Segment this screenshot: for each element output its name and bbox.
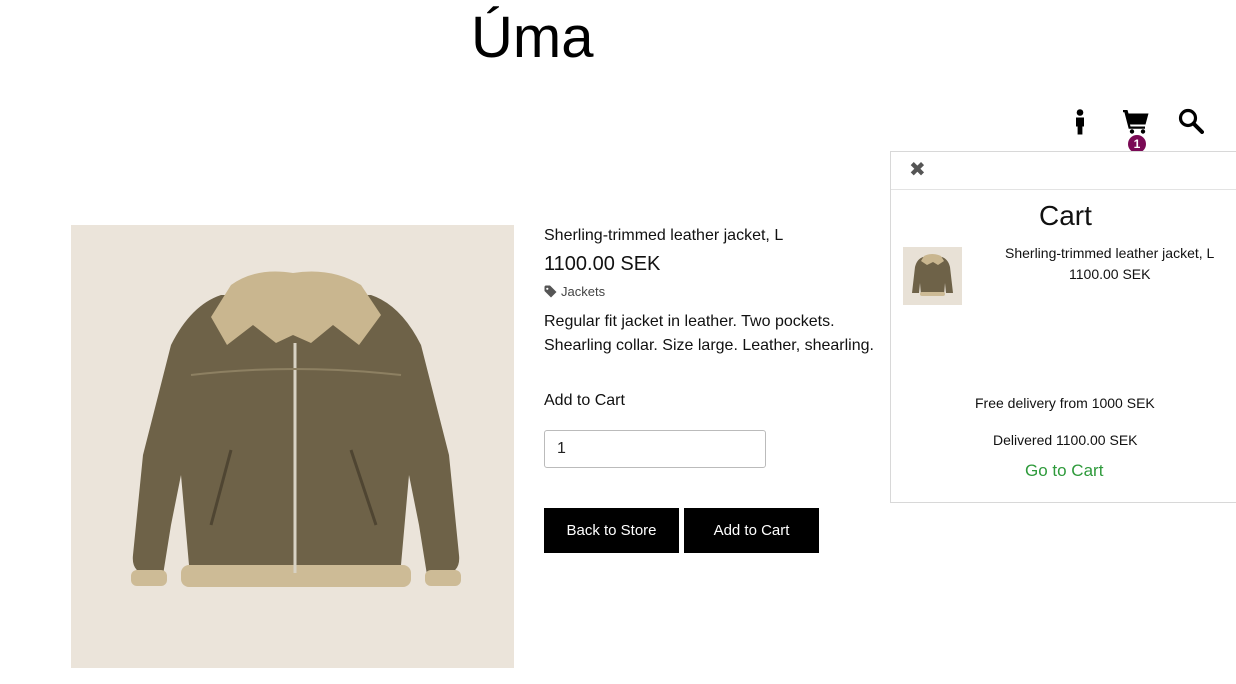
product-description: Regular fit jacket in leather. Two pocke…	[544, 313, 874, 362]
category-label[interactable]: Jackets	[561, 284, 605, 299]
cart-title: Cart	[1039, 200, 1092, 231]
product-category[interactable]: Jackets	[544, 284, 605, 299]
search-icon[interactable]	[1178, 108, 1204, 134]
product-page: Úma 1 Sherling-trimmed leather jacket, L…	[0, 0, 1236, 684]
add-to-cart-label: Add to Cart	[544, 392, 625, 409]
cart-header: ✖	[891, 152, 1236, 190]
product-price: 1100.00 SEK	[544, 253, 661, 275]
cart-icon[interactable]	[1122, 108, 1150, 134]
cart-item-price: 1100.00 SEK	[1069, 266, 1151, 282]
site-logo[interactable]: Úma	[471, 4, 593, 72]
close-icon[interactable]: ✖	[909, 159, 926, 181]
delivered-total: Delivered 1100.00 SEK	[993, 432, 1138, 448]
product-title: Sherling-trimmed leather jacket, L	[544, 227, 784, 244]
back-to-store-button[interactable]: Back to Store	[544, 508, 679, 553]
person-icon[interactable]	[1072, 109, 1088, 135]
go-to-cart-link[interactable]: Go to Cart	[1025, 461, 1103, 481]
quantity-input[interactable]	[544, 430, 766, 468]
add-to-cart-button[interactable]: Add to Cart	[684, 508, 819, 553]
free-delivery-note: Free delivery from 1000 SEK	[975, 395, 1155, 411]
product-image	[71, 225, 514, 668]
cart-item-thumbnail	[903, 247, 962, 305]
tag-icon	[544, 285, 557, 298]
jacket-photo	[71, 225, 514, 668]
cart-item-name: Sherling-trimmed leather jacket, L	[1005, 245, 1215, 261]
cart-dropdown: ✖ Cart Sherling-trimmed leather jacket, …	[890, 151, 1236, 503]
jacket-thumbnail	[903, 247, 962, 305]
